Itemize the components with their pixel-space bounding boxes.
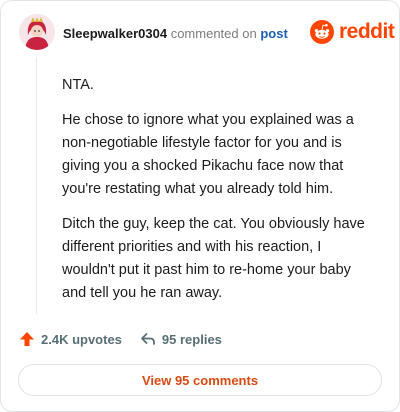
replies-count: 95 replies xyxy=(161,331,222,347)
replies-button[interactable]: 95 replies xyxy=(140,331,222,347)
comment-actions: 2.4K upvotes 95 replies xyxy=(19,331,222,347)
username-link[interactable]: Sleepwalker0304 xyxy=(63,26,167,41)
reply-arrow-icon xyxy=(141,333,155,345)
comment-header: Sleepwalker0304 commented on post xyxy=(63,26,288,42)
view-comments-label: View 95 comments xyxy=(141,372,259,388)
avatar[interactable] xyxy=(19,14,55,50)
reddit-wordmark: reddit xyxy=(339,20,395,43)
comment-card: Sleepwalker0304 commented on post reddit… xyxy=(0,0,400,412)
reddit-alien-icon xyxy=(310,20,334,44)
reddit-logo[interactable]: reddit xyxy=(310,20,395,44)
post-link[interactable]: post xyxy=(260,26,287,41)
upvote-button[interactable]: 2.4K upvotes xyxy=(19,331,122,347)
upvote-arrow-icon xyxy=(20,332,34,346)
comment-body: NTA. He chose to ignore what you explain… xyxy=(62,74,367,317)
upvote-count: 2.4K upvotes xyxy=(41,331,122,347)
comment-paragraph: He chose to ignore what you explained wa… xyxy=(62,112,354,197)
action-text: commented on xyxy=(170,26,257,41)
comment-paragraph: NTA. xyxy=(62,77,94,93)
comment-paragraph: Ditch the guy, keep the cat. You obvious… xyxy=(62,216,365,301)
avatar-icon xyxy=(19,14,55,50)
view-comments-button[interactable]: View 95 comments xyxy=(18,364,382,396)
thread-line xyxy=(36,57,37,314)
